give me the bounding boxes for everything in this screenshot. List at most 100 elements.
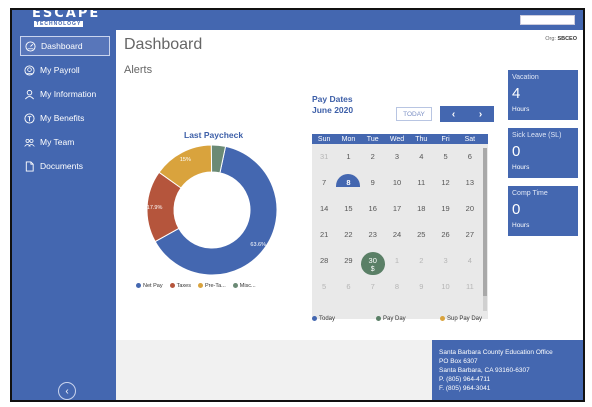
sidebar-item-my-team[interactable]: My Team: [20, 132, 110, 152]
legend-label: Taxes: [176, 283, 191, 289]
balance-card-sick-leave[interactable]: Sick Leave (SL) 0 Hours: [508, 128, 578, 178]
calendar-day[interactable]: 6: [336, 277, 360, 303]
calendar-day[interactable]: 10: [385, 173, 409, 199]
day-number: 11: [417, 178, 426, 187]
day-number: 29: [344, 256, 353, 265]
sidebar-collapse-button[interactable]: ‹: [58, 382, 76, 400]
calendar-day[interactable]: 1: [336, 147, 360, 173]
calendar-day[interactable]: 11: [409, 173, 433, 199]
sidebar-item-my-payroll[interactable]: My Payroll: [20, 60, 110, 80]
calendar-day[interactable]: 28: [312, 251, 336, 277]
calendar-body: 31 1 2 3 4 5 6 7 8 9 10 11 12 13 14 15 16 17 18 19 20 21 22 23 2…: [312, 144, 488, 319]
legend-sup-pay-day: Sup Pay Day: [440, 316, 482, 322]
sidebar-item-documents[interactable]: Documents: [20, 156, 110, 176]
calendar-day[interactable]: 27: [458, 225, 482, 251]
balance-card-comp-time[interactable]: Comp Time 0 Hours: [508, 186, 578, 236]
day-number: 21: [319, 230, 329, 239]
calendar-day[interactable]: 15: [336, 199, 360, 225]
calendar-day[interactable]: 17: [385, 199, 409, 225]
day-number: 15: [344, 204, 353, 213]
payroll-icon: [24, 64, 35, 76]
main-content: Dashboard Alerts Last Paycheck 63.6% 17.9…: [116, 30, 500, 340]
balance-label: Sick Leave (SL): [512, 132, 562, 139]
today-button[interactable]: TODAY: [396, 107, 432, 121]
day-number: 23: [368, 230, 377, 239]
calendar-day[interactable]: 3: [385, 147, 409, 173]
calendar-day[interactable]: 9: [361, 173, 385, 199]
day-number: 6: [346, 282, 351, 291]
paycheck-donut-chart: 63.6% 17.9% 15%: [146, 144, 278, 276]
calendar-day[interactable]: 5: [433, 147, 457, 173]
calendar-day[interactable]: 4: [409, 147, 433, 173]
sidebar-item-my-benefits[interactable]: My Benefits: [20, 108, 110, 128]
sidebar-item-label: My Benefits: [40, 113, 85, 123]
calendar-day[interactable]: 29: [336, 251, 360, 277]
day-number: 9: [419, 282, 424, 291]
day-number: 16: [368, 204, 377, 213]
day-number: 11: [465, 282, 474, 291]
calendar-day[interactable]: 14: [312, 199, 336, 225]
calendar-day-today[interactable]: 8: [336, 173, 361, 199]
calendar-day[interactable]: 11: [458, 277, 482, 303]
calendar-day[interactable]: 2: [409, 251, 433, 277]
day-number: 3: [443, 256, 448, 265]
calendar-day[interactable]: 2: [361, 147, 385, 173]
legend-label: Today: [319, 316, 336, 322]
top-search-box[interactable]: [520, 15, 575, 25]
calendar-day[interactable]: 3: [433, 251, 457, 277]
day-number: 2: [370, 152, 375, 161]
calendar-day[interactable]: 24: [385, 225, 409, 251]
calendar-day[interactable]: 7: [312, 173, 336, 199]
calendar-day[interactable]: 22: [336, 225, 360, 251]
sidebar-item-dashboard[interactable]: Dashboard: [20, 36, 110, 56]
calendar-day[interactable]: 31: [312, 147, 336, 173]
balance-card-vacation[interactable]: Vacation 4 Hours: [508, 70, 578, 120]
calendar-day[interactable]: 4: [458, 251, 482, 277]
legend-label: Pre-Ta...: [204, 283, 226, 289]
calendar-day[interactable]: 6: [458, 147, 482, 173]
calendar-day[interactable]: 16: [361, 199, 385, 225]
calendar-day[interactable]: 5: [312, 277, 336, 303]
pay-calendar: Sun Mon Tue Wed Thu Fri Sat 31 1 2 3 4 5 6 7 8 9 10 11 12 1…: [312, 134, 488, 319]
weekday-label: Sun: [317, 135, 331, 143]
calendar-day[interactable]: 7: [361, 277, 385, 303]
next-month-button[interactable]: ›: [467, 106, 494, 122]
calendar-day[interactable]: 8: [385, 277, 409, 303]
calendar-day[interactable]: 9: [409, 277, 433, 303]
paycheck-legend-item: Misc...: [232, 283, 256, 289]
calendar-day[interactable]: 19: [433, 199, 457, 225]
day-number: 24: [392, 230, 402, 239]
calendar-day[interactable]: 1: [385, 251, 409, 277]
calendar-day-payday[interactable]: 30 $: [360, 251, 385, 277]
footer-phone[interactable]: P. (805) 964-4711: [439, 375, 578, 384]
day-number: 17: [392, 204, 402, 213]
weekday-label: Sat: [464, 135, 476, 143]
calendar-weekday-row: Sun Mon Tue Wed Thu Fri Sat: [312, 134, 488, 144]
calendar-day[interactable]: 12: [433, 173, 457, 199]
prev-month-button[interactable]: ‹: [440, 106, 467, 122]
calendar-day[interactable]: 10: [433, 277, 457, 303]
calendar-day[interactable]: 23: [361, 225, 385, 251]
brand-logo[interactable]: ESCAPE: [32, 10, 100, 21]
calendar-day[interactable]: 18: [409, 199, 433, 225]
calendar-scroll-thumb[interactable]: [483, 148, 487, 296]
calendar-day[interactable]: 25: [409, 225, 433, 251]
day-number: 25: [417, 230, 426, 239]
day-number: 8: [346, 178, 351, 187]
day-number: 1: [394, 256, 400, 265]
weekday-label: Mon: [341, 135, 356, 143]
day-number: 27: [465, 230, 475, 239]
sidebar-item-my-information[interactable]: My Information: [20, 84, 110, 104]
sidebar-item-label: Dashboard: [41, 41, 83, 51]
footer-fax: F. (805) 964-3041: [439, 385, 491, 392]
calendar-day[interactable]: 21: [312, 225, 336, 251]
resize-handle[interactable]: [300, 400, 304, 402]
day-number: 6: [467, 152, 472, 161]
calendar-day[interactable]: 26: [433, 225, 457, 251]
page-title: Dashboard: [124, 36, 203, 53]
calendar-day[interactable]: 20: [458, 199, 482, 225]
calendar-day[interactable]: 13: [458, 173, 482, 199]
weekday-label: Thu: [415, 135, 428, 143]
day-number: 31: [319, 152, 329, 161]
weekday-label: Tue: [366, 135, 379, 143]
